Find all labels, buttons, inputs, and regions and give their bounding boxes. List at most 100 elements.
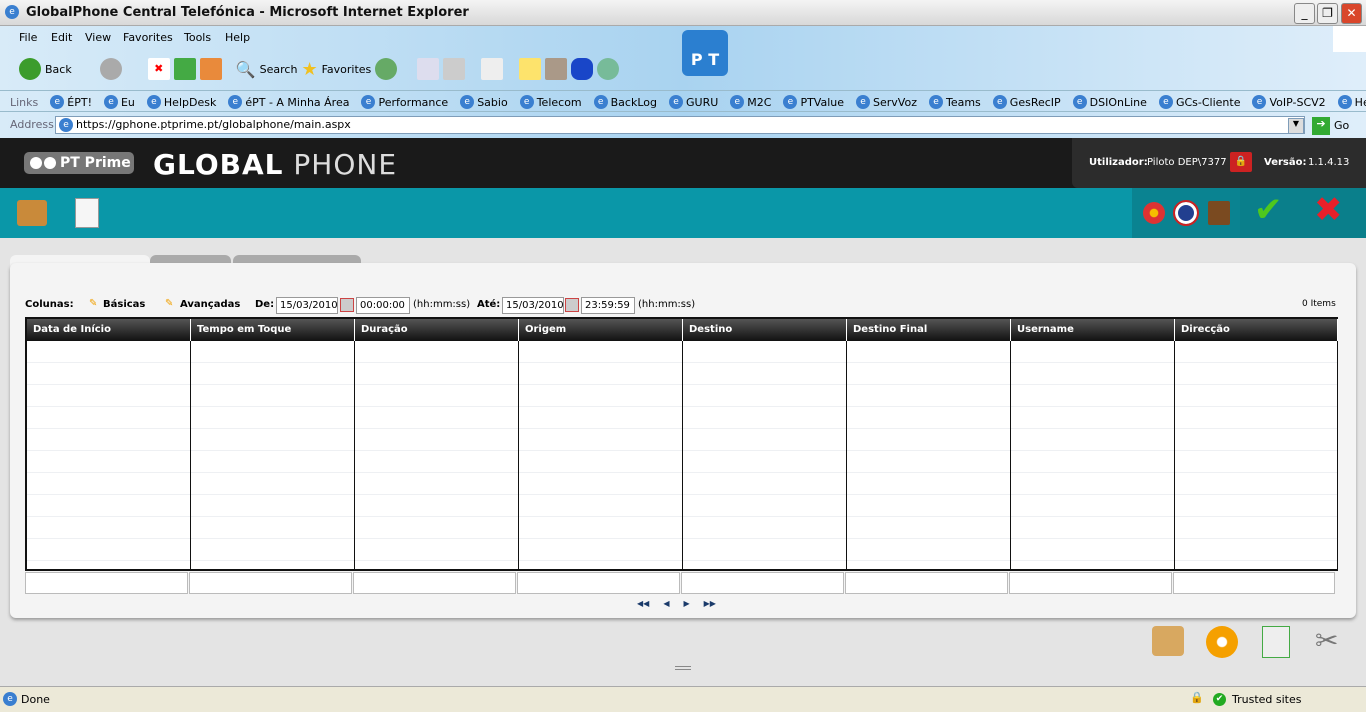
link-item[interactable]: e M2C <box>730 95 771 109</box>
link-item[interactable]: e HelpDesk <box>146 95 216 109</box>
settings-gear-icon[interactable] <box>1206 626 1238 658</box>
advanced-edit-icon[interactable]: ✎ <box>165 298 173 309</box>
column-header[interactable]: Destino <box>683 319 847 341</box>
column-filter-input[interactable] <box>681 572 844 594</box>
back-icon[interactable] <box>19 58 41 80</box>
portuguese-flag-icon[interactable] <box>1143 202 1165 224</box>
close-button[interactable]: ✕ <box>1341 3 1362 24</box>
english-flag-icon[interactable] <box>1173 200 1199 226</box>
next-page-button[interactable]: ▶ <box>683 599 689 608</box>
go-button[interactable]: Go <box>1334 119 1349 132</box>
document-icon[interactable] <box>75 198 99 228</box>
print-icon[interactable] <box>443 58 466 80</box>
go-icon[interactable]: ➔ <box>1312 117 1330 135</box>
menu-edit[interactable]: Edit <box>51 31 72 44</box>
column-filter-input[interactable] <box>517 572 680 594</box>
link-item[interactable]: e DSIOnLine <box>1072 95 1147 109</box>
link-item[interactable]: e BackLog <box>593 95 657 109</box>
column-body <box>191 341 355 569</box>
stop-icon[interactable]: ✖ <box>147 58 170 80</box>
menu-tools[interactable]: Tools <box>184 31 211 44</box>
link-item[interactable]: e ÉPT! <box>50 95 92 109</box>
address-dropdown-icon[interactable]: ▼ <box>1288 118 1304 134</box>
cancel-x-icon[interactable]: ✖ <box>1314 190 1343 230</box>
minimize-button[interactable]: _ <box>1294 3 1315 24</box>
column-header[interactable]: Origem <box>519 319 683 341</box>
column-header[interactable]: Data de Início <box>27 319 191 341</box>
to-calendar-icon[interactable] <box>565 298 579 312</box>
favorites-icon[interactable]: ★ <box>301 59 317 80</box>
maximize-button[interactable]: ❐ <box>1317 3 1338 24</box>
column-filter-input[interactable] <box>353 572 516 594</box>
basic-columns-link[interactable]: Básicas <box>103 299 145 310</box>
link-item[interactable]: e Telecom <box>519 95 582 109</box>
link-item[interactable]: e ServVoz <box>856 95 917 109</box>
from-time-input[interactable] <box>356 297 410 314</box>
link-item[interactable]: e Teams <box>928 95 981 109</box>
forward-icon[interactable] <box>99 58 122 80</box>
last-page-button[interactable]: ▶▶ <box>704 599 716 608</box>
refresh-icon[interactable] <box>173 58 196 80</box>
resize-handle[interactable] <box>675 666 691 670</box>
menu-file[interactable]: File <box>19 31 37 44</box>
tools-icon[interactable]: ✂ <box>1315 624 1338 657</box>
status-text: Done <box>21 693 50 706</box>
search-button[interactable]: Search <box>260 63 298 76</box>
search-icon[interactable]: 🔍 <box>236 60 256 79</box>
link-item[interactable]: e éPT - A Minha Área <box>228 95 349 109</box>
edit-word-icon[interactable] <box>481 58 504 80</box>
messenger-icon[interactable] <box>597 58 620 80</box>
history-icon[interactable] <box>375 58 398 80</box>
from-date-input[interactable] <box>276 297 338 314</box>
link-label: Sabio <box>477 95 508 109</box>
column-header[interactable]: Direcção <box>1175 319 1338 341</box>
help-book-icon[interactable] <box>1208 201 1230 225</box>
address-input[interactable]: e https://gphone.ptprime.pt/globalphone/… <box>55 116 1305 134</box>
prev-page-button[interactable]: ◀ <box>663 599 669 608</box>
link-item[interactable]: e GURU <box>669 95 718 109</box>
link-item[interactable]: e PTValue <box>783 95 844 109</box>
briefcase-icon[interactable] <box>17 200 47 226</box>
column-filter-input[interactable] <box>845 572 1008 594</box>
basic-edit-icon[interactable]: ✎ <box>89 298 97 309</box>
column-filter-input[interactable] <box>189 572 352 594</box>
mail-icon[interactable] <box>417 58 440 80</box>
column-header[interactable]: Username <box>1011 319 1175 341</box>
first-page-button[interactable]: ◀◀ <box>637 599 649 608</box>
back-button[interactable]: Back <box>45 63 72 76</box>
lock-icon[interactable]: 🔒 <box>1230 152 1252 172</box>
column-header[interactable]: Duração <box>355 319 519 341</box>
user-label: Utilizador: <box>1089 157 1148 168</box>
link-item[interactable]: e Eu <box>103 95 135 109</box>
column-header[interactable]: Destino Final <box>847 319 1011 341</box>
user-info: Utilizador: Piloto DEP\7377 🔒 Versão: 1.… <box>1072 138 1366 188</box>
to-date-input[interactable] <box>502 297 564 314</box>
link-item[interactable]: e GesRecIP <box>992 95 1061 109</box>
address-bar: Address e https://gphone.ptprime.pt/glob… <box>0 114 1366 136</box>
menu-view[interactable]: View <box>85 31 111 44</box>
from-calendar-icon[interactable] <box>340 298 354 312</box>
link-ie-icon: e <box>593 95 608 109</box>
link-item[interactable]: e VoIP-SCV2 <box>1252 95 1326 109</box>
notes-icon[interactable] <box>519 58 542 80</box>
link-item[interactable]: e Sabio <box>460 95 508 109</box>
confirm-check-icon[interactable]: ✔ <box>1254 190 1283 230</box>
to-time-input[interactable] <box>581 297 635 314</box>
export-excel-icon[interactable] <box>1262 626 1290 658</box>
link-item[interactable]: eHeka <box>1337 95 1366 109</box>
menu-favorites[interactable]: Favorites <box>123 31 173 44</box>
column-filter-input[interactable] <box>1009 572 1172 594</box>
favorites-button[interactable]: Favorites <box>322 63 372 76</box>
home-icon[interactable] <box>199 58 222 80</box>
menu-help[interactable]: Help <box>225 31 250 44</box>
column-header[interactable]: Tempo em Toque <box>191 319 355 341</box>
bluetooth-icon[interactable] <box>571 58 594 80</box>
column-body <box>519 341 683 569</box>
research-icon[interactable] <box>545 58 568 80</box>
clear-broom-icon[interactable] <box>1152 626 1184 656</box>
column-filter-input[interactable] <box>1173 572 1335 594</box>
advanced-columns-link[interactable]: Avançadas <box>180 299 240 310</box>
column-filter-input[interactable] <box>25 572 188 594</box>
link-item[interactable]: e Performance <box>361 95 448 109</box>
link-item[interactable]: e GCs-Cliente <box>1158 95 1240 109</box>
